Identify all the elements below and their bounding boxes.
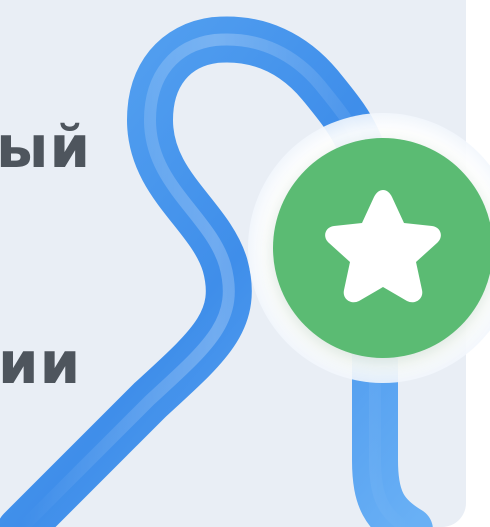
promo-banner: ый ии — [0, 0, 490, 527]
star-icon — [325, 190, 441, 303]
